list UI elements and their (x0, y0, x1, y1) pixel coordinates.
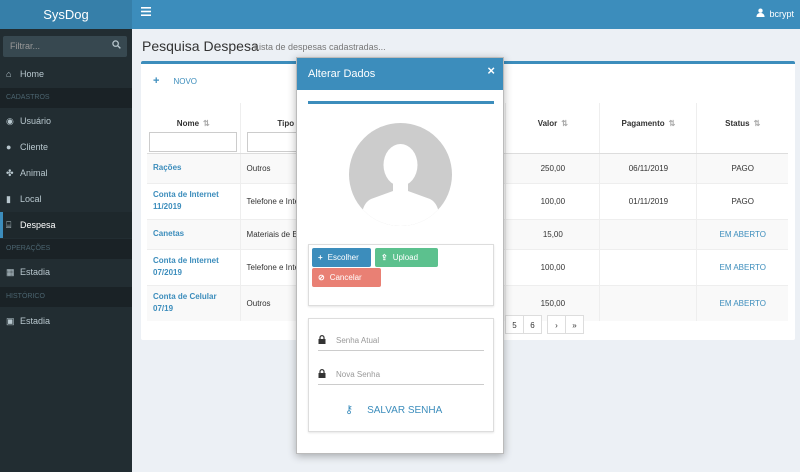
sidebar-item-cliente[interactable]: ● Cliente (0, 134, 132, 160)
modal-title: Alterar Dados (308, 68, 376, 80)
search-icon[interactable] (112, 36, 121, 57)
sidebar: Filtrar... ⌂ Home CADASTROS ◉ Usuário ● Cli… (0, 29, 132, 472)
filter-nome-input[interactable] (149, 132, 238, 152)
sidebar-item-local[interactable]: ▮ Local (0, 186, 132, 212)
last-page-button[interactable]: » (565, 315, 584, 334)
user-icon (756, 0, 766, 29)
choose-button[interactable]: + Escolher (312, 248, 371, 267)
cell-status: PAGO (696, 152, 788, 183)
cell-pagamento (599, 218, 697, 249)
page-5-button[interactable]: 5 (505, 315, 524, 334)
photo-panel: + Escolher ⇪ Upload ⊘ Cancelar (308, 244, 494, 306)
sidebar-item-home[interactable]: ⌂ Home (0, 61, 132, 87)
sidebar-item-animal[interactable]: ✤ Animal (0, 160, 132, 186)
cell-pagamento: 01/11/2019 (599, 182, 697, 219)
sidebar-item-estadia[interactable]: ▦ Estadia (0, 259, 132, 285)
password-panel: Senha Atual Nova Senha ⚷ SALVAR SENHA (308, 318, 494, 432)
top-navbar: SysDog bcrypt (0, 0, 800, 29)
cell-pagamento: 06/11/2019 (599, 152, 697, 183)
plus-icon: + (318, 253, 323, 262)
filter-placeholder: Filtrar... (10, 41, 41, 51)
cell-status: EM ABERTO (696, 284, 788, 321)
avatar (349, 123, 452, 226)
cell-status: EM ABERTO (696, 218, 788, 249)
user-circle-icon: ◉ (6, 116, 14, 126)
cell-valor: 100,00 (505, 248, 600, 285)
cell-nome[interactable]: Rações (147, 152, 241, 183)
sort-icon: ⇅ (561, 119, 568, 128)
close-icon[interactable]: × (487, 55, 495, 87)
cell-valor: 250,00 (505, 152, 600, 183)
alterar-dados-modal: Alterar Dados × + Escolher ⇪ Upload ⊘ Cance… (296, 57, 504, 454)
paw-icon: ✤ (6, 168, 14, 178)
cancel-button[interactable]: ⊘ Cancelar (312, 268, 381, 287)
column-header-pagamento[interactable]: Pagamento ⇅ (599, 103, 697, 154)
cell-status: EM ABERTO (696, 248, 788, 285)
cell-nome[interactable]: Canetas (147, 218, 241, 249)
lock-icon (318, 366, 326, 378)
cell-valor: 100,00 (505, 182, 600, 219)
sidebar-section-cadastros: CADASTROS (0, 88, 132, 108)
sidebar-filter-input[interactable]: Filtrar... (3, 36, 127, 57)
column-header-nome[interactable]: Nome ⇅ (147, 103, 241, 154)
bank-icon: ⌸ (6, 220, 12, 230)
cell-nome[interactable]: Conta de Celular 07/19 (147, 284, 241, 321)
cell-nome[interactable]: Conta de Internet 11/2019 (147, 182, 241, 219)
save-password-button[interactable]: ⚷ SALVAR SENHA (345, 403, 442, 416)
new-password-field[interactable]: Nova Senha (318, 365, 484, 385)
cell-status: PAGO (696, 182, 788, 219)
hamburger-icon[interactable] (141, 7, 151, 19)
cell-valor: 15,00 (505, 218, 600, 249)
home-icon: ⌂ (6, 69, 12, 79)
cell-nome[interactable]: Conta de Internet 07/2019 (147, 248, 241, 285)
upload-button[interactable]: ⇪ Upload (375, 248, 438, 267)
sidebar-section-historico: HISTÓRICO (0, 287, 132, 307)
lock-icon (318, 332, 326, 344)
sort-icon: ⇅ (753, 119, 761, 128)
page-subtitle: Lista de despesas cadastradas... (254, 42, 386, 52)
users-icon: ● (6, 142, 12, 152)
column-header-valor[interactable]: Valor ⇅ (505, 103, 600, 154)
sidebar-item-estadia-historico[interactable]: ▣ Estadia (0, 308, 132, 334)
next-page-button[interactable]: › (547, 315, 566, 334)
cell-pagamento (599, 248, 697, 285)
sort-icon: ⇅ (668, 119, 676, 128)
sidebar-item-usuario[interactable]: ◉ Usuário (0, 108, 132, 134)
new-button[interactable]: + NOVO (153, 75, 197, 87)
current-password-field[interactable]: Senha Atual (318, 331, 484, 351)
plus-icon: + (153, 75, 160, 87)
sort-icon: ⇅ (203, 119, 210, 128)
cancel-icon: ⊘ (318, 273, 325, 282)
pagination: 5 6 › » (505, 315, 584, 334)
calendar-check-icon: ▣ (6, 316, 15, 326)
modal-divider (308, 101, 494, 104)
sidebar-item-despesa[interactable]: ⌸ Despesa (0, 212, 132, 238)
cell-pagamento (599, 284, 697, 321)
building-icon: ▮ (6, 194, 11, 204)
app-logo[interactable]: SysDog (0, 0, 132, 29)
sidebar-section-operacoes: OPERAÇÕES (0, 239, 132, 259)
key-icon: ⚷ (345, 404, 354, 416)
calendar-icon: ▦ (6, 267, 15, 277)
upload-icon: ⇪ (381, 253, 388, 262)
column-header-status[interactable]: Status ⇅ (696, 103, 788, 154)
page-6-button[interactable]: 6 (523, 315, 542, 334)
user-name: bcrypt (769, 9, 794, 19)
user-menu[interactable]: bcrypt (756, 0, 794, 29)
page-title: Pesquisa Despesa (142, 38, 259, 54)
modal-header: Alterar Dados × (297, 58, 503, 90)
